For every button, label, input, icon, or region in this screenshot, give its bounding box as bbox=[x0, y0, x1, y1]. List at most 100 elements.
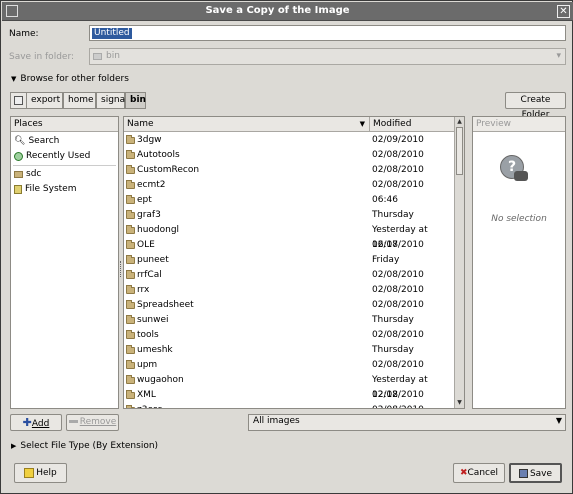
file-row[interactable]: rrx 02/08/2010 bbox=[124, 283, 453, 298]
cancel-button[interactable]: ✖Cancel bbox=[453, 463, 505, 483]
file-row[interactable]: huodongl Yesterday at 16:17 bbox=[124, 223, 453, 250]
help-icon bbox=[24, 467, 35, 478]
folder-icon bbox=[126, 240, 135, 249]
scroll-thumb[interactable] bbox=[456, 127, 463, 175]
places-header[interactable]: Places bbox=[11, 117, 118, 132]
folder-icon bbox=[126, 165, 135, 174]
file-row[interactable]: Spreadsheet 02/08/2010 bbox=[124, 298, 453, 313]
file-name: OLE bbox=[137, 240, 155, 250]
file-row[interactable]: tools 02/08/2010 bbox=[124, 328, 453, 343]
folder-icon bbox=[126, 180, 135, 189]
file-row[interactable]: upm 02/08/2010 bbox=[124, 358, 453, 373]
folder-icon bbox=[126, 195, 135, 204]
add-button[interactable]: ✚Add bbox=[10, 414, 62, 431]
pane-handle[interactable] bbox=[120, 261, 122, 277]
folder-icon bbox=[126, 405, 135, 408]
cancel-icon: ✖ bbox=[459, 468, 468, 478]
file-row[interactable]: Autotools 02/08/2010 bbox=[124, 148, 453, 163]
name-label: Name: bbox=[9, 29, 39, 39]
save-dialog: Save a Copy of the Image ✕ Name: Untitle… bbox=[0, 0, 573, 494]
file-row[interactable]: 3dgw 02/09/2010 bbox=[124, 133, 453, 148]
save-in-combo: bin ▾ bbox=[89, 48, 566, 65]
remove-icon bbox=[68, 420, 78, 423]
file-name: XML bbox=[137, 390, 156, 400]
path-segment-bin[interactable]: bin bbox=[125, 92, 146, 109]
scroll-up-icon[interactable]: ▲ bbox=[456, 118, 463, 126]
folder-icon bbox=[126, 285, 135, 294]
file-row[interactable]: rrfCal 02/08/2010 bbox=[124, 268, 453, 283]
preview-panel: Preview ? No selection bbox=[472, 116, 566, 409]
folder-icon bbox=[126, 330, 135, 339]
folder-icon bbox=[126, 225, 135, 234]
close-icon[interactable]: ✕ bbox=[557, 5, 570, 18]
file-name: tools bbox=[137, 330, 159, 340]
save-in-label: Save in folder: bbox=[9, 52, 75, 62]
chevron-down-icon: ▾ bbox=[556, 51, 561, 61]
file-row[interactable]: wugaohon Yesterday at 12:12 bbox=[124, 373, 453, 400]
folder-icon bbox=[126, 345, 135, 354]
path-segment-home[interactable]: home bbox=[63, 92, 96, 109]
name-input[interactable]: Untitled bbox=[89, 25, 566, 41]
places-item-search[interactable]: 🔍︎ Search bbox=[14, 134, 59, 148]
file-modified: Thursday bbox=[372, 210, 414, 220]
file-row[interactable]: OLE 02/08/2010 bbox=[124, 238, 453, 253]
file-modified: Thursday bbox=[372, 345, 414, 355]
name-input-value: Untitled bbox=[92, 28, 132, 39]
file-name: rrfCal bbox=[137, 270, 162, 280]
column-header-name[interactable]: Name ▼ bbox=[124, 117, 369, 132]
column-header-modified[interactable]: Modified bbox=[369, 117, 454, 132]
places-item-recently-used[interactable]: Recently Used bbox=[14, 149, 90, 163]
save-in-value: bin bbox=[106, 51, 120, 61]
file-modified: 02/08/2010 bbox=[372, 403, 424, 408]
scroll-down-icon[interactable]: ▼ bbox=[456, 399, 463, 407]
file-modified: 02/08/2010 bbox=[372, 150, 424, 160]
help-button[interactable]: Help bbox=[14, 463, 67, 483]
file-modified: 02/08/2010 bbox=[372, 180, 424, 190]
file-name: wugaohon bbox=[137, 375, 184, 385]
file-modified: 02/08/2010 bbox=[372, 165, 424, 175]
path-segment-signa[interactable]: signa bbox=[96, 92, 125, 109]
places-item-file-system[interactable]: File System bbox=[14, 182, 76, 196]
file-filter-combo[interactable]: All images ▼ bbox=[248, 414, 566, 431]
file-row[interactable]: z3ess 02/08/2010 bbox=[124, 403, 453, 408]
edit-path-icon bbox=[14, 96, 23, 105]
folder-icon bbox=[126, 300, 135, 309]
file-name: ept bbox=[137, 195, 152, 205]
file-modified: 02/08/2010 bbox=[372, 300, 424, 310]
folder-icon bbox=[126, 390, 135, 399]
file-row[interactable]: CustomRecon 02/08/2010 bbox=[124, 163, 453, 178]
no-selection-text: No selection bbox=[491, 214, 547, 224]
file-modified: 02/08/2010 bbox=[372, 270, 424, 280]
file-row[interactable]: sunwei Thursday bbox=[124, 313, 453, 328]
create-folder-button[interactable]: Create Folder bbox=[505, 92, 566, 120]
file-name: graf3 bbox=[137, 210, 161, 220]
file-row[interactable]: umeshk Thursday bbox=[124, 343, 453, 358]
expander-right-icon: ▶ bbox=[11, 442, 17, 450]
file-modified: Friday bbox=[372, 255, 400, 265]
folder-icon bbox=[126, 210, 135, 219]
file-row[interactable]: ecmt2 02/08/2010 bbox=[124, 178, 453, 193]
file-modified: 02/08/2010 bbox=[372, 360, 424, 370]
file-name: ecmt2 bbox=[137, 180, 166, 190]
search-icon: 🔍︎ bbox=[14, 136, 26, 146]
file-modified: 02/08/2010 bbox=[372, 285, 424, 295]
path-segment-export[interactable]: export bbox=[26, 92, 63, 109]
file-row[interactable]: XML 02/08/2010 bbox=[124, 388, 453, 403]
file-type-expander[interactable]: ▶ Select File Type (By Extension) bbox=[11, 441, 158, 451]
file-row[interactable]: graf3 Thursday bbox=[124, 208, 453, 223]
places-item-sdc[interactable]: sdc bbox=[14, 167, 41, 181]
path-toggle-button[interactable] bbox=[10, 92, 27, 109]
file-row[interactable]: ept 06:46 bbox=[124, 193, 453, 208]
file-name: rrx bbox=[137, 285, 150, 295]
sort-arrow-icon: ▼ bbox=[359, 120, 365, 128]
save-icon bbox=[518, 469, 528, 478]
file-name: z3ess bbox=[137, 403, 162, 408]
add-icon: ✚ bbox=[22, 416, 32, 429]
file-name: sunwei bbox=[137, 315, 169, 325]
browse-expander[interactable]: ▼ Browse for other folders bbox=[11, 74, 129, 84]
file-list-scrollbar[interactable]: ▲ ▼ bbox=[454, 117, 464, 408]
file-name: upm bbox=[137, 360, 158, 370]
file-row[interactable]: puneet Friday bbox=[124, 253, 453, 268]
places-separator bbox=[13, 165, 116, 166]
save-button[interactable]: Save bbox=[509, 463, 562, 483]
